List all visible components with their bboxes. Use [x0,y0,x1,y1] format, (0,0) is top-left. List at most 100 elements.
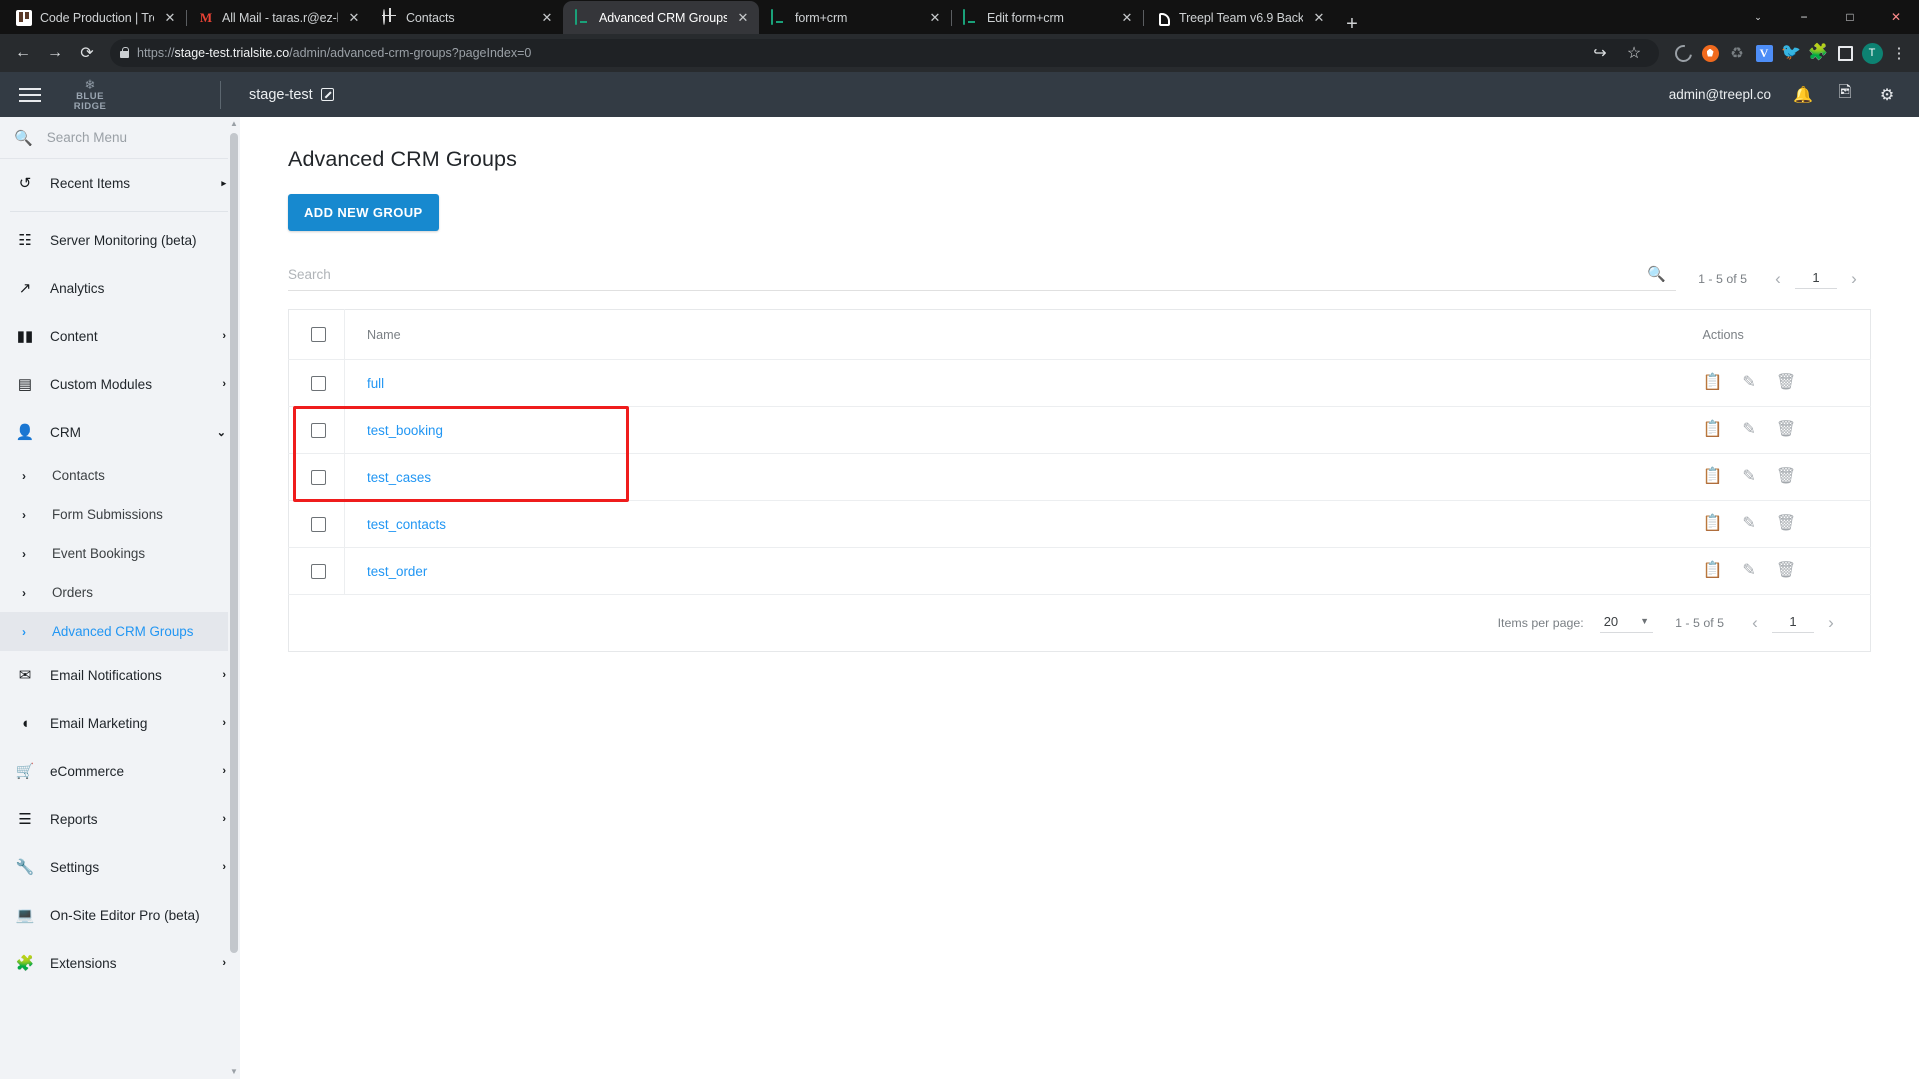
sidebar-item-orders[interactable]: › Orders [0,573,240,612]
sidebar-item-ecommerce[interactable]: 🛒 eCommerce › [0,747,240,795]
share-icon[interactable]: ↪ [1585,38,1615,68]
hamburger-icon[interactable] [0,87,60,102]
rocket-icon[interactable] [1698,41,1722,65]
page-number-input[interactable]: 1 [1795,270,1837,289]
edit-icon[interactable]: ✎ [1742,375,1755,391]
tab-close-button[interactable]: ✕ [735,10,751,26]
previous-page-icon[interactable]: ‹ [1761,269,1795,289]
settings-gear-icon[interactable]: ⚙ [1877,85,1897,105]
sidebar-search[interactable]: 🔍 [0,117,240,159]
add-new-group-button[interactable]: ADD NEW GROUP [288,194,439,231]
sidebar-item-analytics[interactable]: ↗ Analytics [0,264,240,312]
recycle-icon[interactable]: ♻ [1725,41,1749,65]
sidebar-item-settings[interactable]: 🔧 Settings › [0,843,240,891]
scroll-up-icon[interactable]: ▲ [228,117,240,131]
delete-icon[interactable]: 🗑 [1776,422,1796,438]
duplicate-icon[interactable]: 📋 [1703,516,1723,532]
sidebar-item-reports[interactable]: ☰ Reports › [0,795,240,843]
scroll-down-icon[interactable]: ▼ [228,1065,240,1079]
reload-icon[interactable]: ⟳ [72,38,102,68]
delete-icon[interactable]: 🗑 [1776,375,1796,391]
profile-avatar[interactable]: T [1860,41,1884,65]
sidebar-item-advanced-crm-groups[interactable]: › Advanced CRM Groups [0,612,240,651]
star-icon[interactable]: ☆ [1619,38,1649,68]
row-checkbox[interactable] [311,563,326,579]
maximize-button[interactable]: □ [1827,0,1873,34]
next-page-icon[interactable]: › [1814,613,1848,633]
sidebar-scrollbar[interactable]: ▲ ▼ [228,117,240,1079]
search-input[interactable] [288,266,1642,282]
browser-tab-advanced-crm-groups[interactable]: Advanced CRM Groups ✕ [563,1,759,34]
close-window-button[interactable]: ✕ [1873,0,1919,34]
sidebar-item-custom-modules[interactable]: ▤ Custom Modules › [0,360,240,408]
select-all-checkbox[interactable] [311,327,326,342]
tab-close-button[interactable]: ✕ [1311,10,1327,26]
sidebar-item-content[interactable]: ▮▮ Content › [0,312,240,360]
page-number-input[interactable]: 1 [1772,614,1814,633]
group-name-link[interactable]: test_contacts [367,517,446,532]
puzzle-extensions-icon[interactable]: 🧩 [1806,41,1830,65]
row-checkbox[interactable] [311,516,326,532]
next-page-icon[interactable]: › [1837,269,1871,289]
tab-close-button[interactable]: ✕ [346,10,362,26]
search-field-wrapper[interactable]: 🔍 [288,265,1677,291]
table-row[interactable]: test_cases 📋 ✎ 🗑 [288,453,1871,501]
browser-menu-icon[interactable]: ⋮ [1887,41,1911,65]
sidebar-item-server-monitoring[interactable]: ☷ Server Monitoring (beta) [0,216,240,264]
row-select-cell[interactable] [288,406,345,454]
sidebar-item-event-bookings[interactable]: › Event Bookings [0,534,240,573]
edit-icon[interactable]: ✎ [1742,563,1755,579]
row-checkbox[interactable] [311,375,326,391]
browser-tab-contacts[interactable]: Contacts ✕ [370,1,563,34]
sidebar-item-crm[interactable]: 👤 CRM ⌄ [0,408,240,456]
sidebar-item-recent-items[interactable]: ↺ Recent Items ▸ [0,159,240,207]
sidebar-item-extensions[interactable]: 🧩 Extensions › [0,939,240,987]
edit-icon[interactable]: ✎ [1742,516,1755,532]
column-header-name[interactable]: Name [344,309,1703,360]
previous-page-icon[interactable]: ‹ [1738,613,1772,633]
edit-icon[interactable]: ✎ [1742,469,1755,485]
new-tab-button[interactable]: + [1335,14,1369,34]
browser-tab-gmail[interactable]: M All Mail - taras.r@ez-bc.com - E ✕ [186,1,370,34]
edit-icon[interactable]: ✎ [1742,422,1755,438]
duplicate-icon[interactable]: 📋 [1703,563,1723,579]
edge-collections-icon[interactable] [1671,41,1695,65]
tab-search-button[interactable]: ⌄ [1735,0,1781,34]
sidebar-item-form-submissions[interactable]: › Form Submissions [0,495,240,534]
table-row[interactable]: test_contacts 📋 ✎ 🗑 [288,500,1871,548]
delete-icon[interactable]: 🗑 [1776,469,1796,485]
browser-tab-form-crm[interactable]: form+crm ✕ [759,1,951,34]
sidebar-item-email-marketing[interactable]: ◖ Email Marketing › [0,699,240,747]
notification-bell-icon[interactable]: 🔔 [1793,85,1813,105]
table-row[interactable]: full 📋 ✎ 🗑 [288,359,1871,407]
table-row[interactable]: test_booking 📋 ✎ 🗑 [288,406,1871,454]
group-name-link[interactable]: full [367,376,384,391]
square-icon[interactable] [1833,41,1857,65]
duplicate-icon[interactable]: 📋 [1703,375,1723,391]
browser-tab-edit-form-crm[interactable]: Edit form+crm ✕ [951,1,1143,34]
forward-icon[interactable]: → [40,38,70,68]
row-select-cell[interactable] [288,359,345,407]
external-link-icon[interactable] [320,88,334,101]
row-select-cell[interactable] [288,500,345,548]
tab-close-button[interactable]: ✕ [927,10,943,26]
sidebar-item-on-site-editor-pro[interactable]: 💻 On-Site Editor Pro (beta) [0,891,240,939]
search-menu-input[interactable] [46,130,226,145]
address-bar[interactable]: https://stage-test.trialsite.co/admin/ad… [110,39,1659,67]
row-select-cell[interactable] [288,547,345,595]
group-name-link[interactable]: test_cases [367,470,431,485]
row-checkbox[interactable] [311,422,326,438]
select-all-cell[interactable] [288,309,345,360]
sidebar-item-contacts[interactable]: › Contacts [0,456,240,495]
delete-icon[interactable]: 🗑 [1776,516,1796,532]
sidebar-item-email-notifications[interactable]: ✉ Email Notifications › [0,651,240,699]
browser-tab-treepl-backlog[interactable]: Treepl Team v6.9 Backlog - Boar ✕ [1143,1,1335,34]
group-name-link[interactable]: test_order [367,564,427,579]
vue-devtools-icon[interactable]: V [1752,41,1776,65]
items-per-page-select[interactable]: 20 ▼ [1599,614,1654,633]
row-select-cell[interactable] [288,453,345,501]
site-switcher[interactable]: stage-test [249,87,334,103]
minimize-button[interactable]: − [1781,0,1827,34]
tab-close-button[interactable]: ✕ [1119,10,1135,26]
table-row[interactable]: test_order 📋 ✎ 🗑 [288,547,1871,595]
